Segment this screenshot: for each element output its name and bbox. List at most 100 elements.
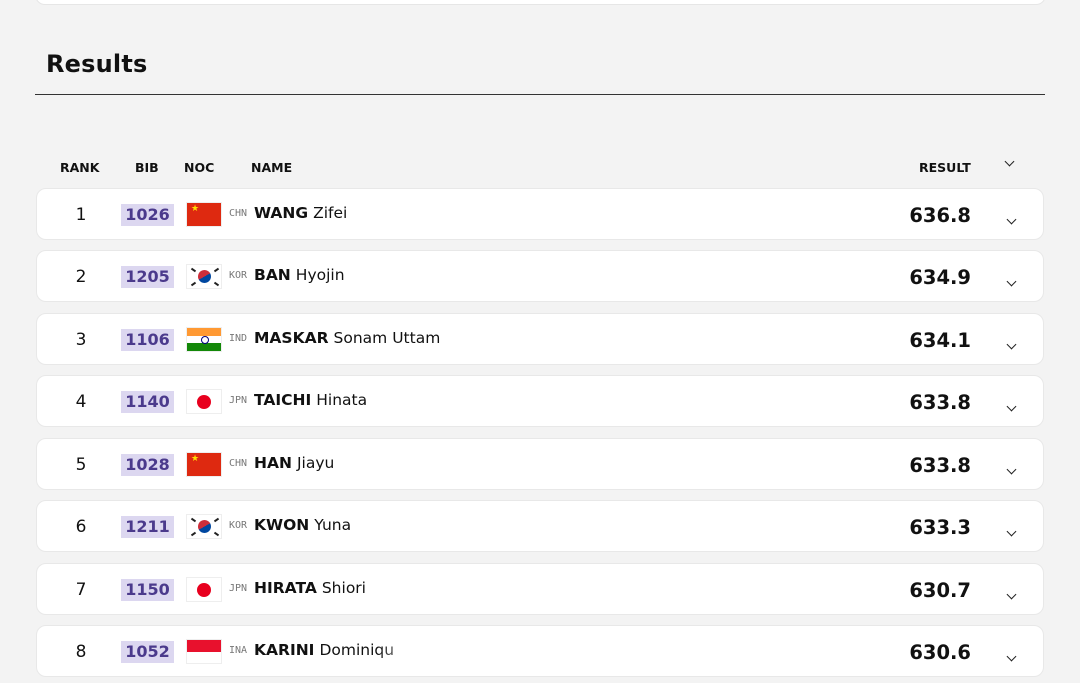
bib-badge: 1211 xyxy=(121,516,174,538)
flag-china-icon: ★ xyxy=(186,202,222,227)
athlete-name[interactable]: MASKAR Sonam Uttam xyxy=(254,329,440,347)
expand-row-button[interactable] xyxy=(1006,458,1017,477)
expand-row-button[interactable] xyxy=(1006,208,1017,227)
result-score: 633.8 xyxy=(909,391,971,414)
bib-badge: 1106 xyxy=(121,329,174,351)
bib-badge: 1028 xyxy=(121,454,174,476)
column-header-name: NAME xyxy=(251,160,293,175)
athlete-surname: BAN xyxy=(254,266,291,284)
rank-value: 4 xyxy=(75,392,87,412)
chevron-down-icon xyxy=(1006,276,1017,287)
flag-korea-icon xyxy=(186,264,222,289)
rank-value: 7 xyxy=(75,580,87,600)
noc-code: INA xyxy=(229,645,248,656)
result-row[interactable]: 2 1205 KOR BAN Hyojin 634.9 xyxy=(36,250,1044,302)
rank-value: 6 xyxy=(75,517,87,537)
result-row[interactable]: 5 1028 ★ CHN HAN Jiayu 633.8 xyxy=(36,438,1044,490)
column-header-noc: NOC xyxy=(184,160,215,175)
athlete-surname: WANG xyxy=(254,204,309,222)
bib-badge: 1140 xyxy=(121,391,174,413)
bib-badge: 1150 xyxy=(121,579,174,601)
title-divider xyxy=(35,94,1045,95)
athlete-name[interactable]: HIRATA Shiori xyxy=(254,579,366,597)
chevron-down-icon xyxy=(1006,339,1017,350)
previous-section-card xyxy=(35,0,1046,5)
column-header-result: RESULT xyxy=(919,160,971,175)
rank-value: 8 xyxy=(75,642,87,662)
noc-code: KOR xyxy=(229,270,248,281)
noc-code: CHN xyxy=(229,208,248,219)
chevron-down-icon xyxy=(1006,526,1017,537)
result-row[interactable]: 7 1150 JPN HIRATA Shiori 630.7 xyxy=(36,563,1044,615)
result-row[interactable]: 3 1106 IND MASKAR Sonam Uttam 634.1 xyxy=(36,313,1044,365)
athlete-given-name: Hyojin xyxy=(295,266,345,284)
athlete-given-name: Jiayu xyxy=(296,454,335,472)
noc-code: JPN xyxy=(229,395,248,406)
athlete-surname: KARINI xyxy=(254,641,315,659)
chevron-down-icon xyxy=(1006,214,1017,225)
athlete-name[interactable]: TAICHI Hinata xyxy=(254,391,367,409)
athlete-given-name: Zifei xyxy=(313,204,348,222)
chevron-down-icon xyxy=(1006,589,1017,600)
result-row[interactable]: 8 1052 INA KARINI Dominiqu 630.6 xyxy=(36,625,1044,677)
athlete-given-name: Hinata xyxy=(316,391,368,409)
column-header-bib: BIB xyxy=(135,160,159,175)
flag-japan-icon xyxy=(186,389,222,414)
flag-china-icon: ★ xyxy=(186,452,222,477)
loading-fade xyxy=(377,640,507,666)
rank-value: 1 xyxy=(75,205,87,225)
noc-code: JPN xyxy=(229,583,248,594)
result-score: 633.8 xyxy=(909,454,971,477)
athlete-name[interactable]: BAN Hyojin xyxy=(254,266,345,284)
noc-code: IND xyxy=(229,333,248,344)
expand-row-button[interactable] xyxy=(1006,520,1017,539)
expand-row-button[interactable] xyxy=(1006,395,1017,414)
athlete-surname: MASKAR xyxy=(254,329,329,347)
page-title: Results xyxy=(46,50,148,78)
result-score: 633.3 xyxy=(909,516,971,539)
results-table-header: RANK BIB NOC NAME RESULT xyxy=(0,156,1080,178)
athlete-given-name: Yuna xyxy=(314,516,352,534)
noc-code: KOR xyxy=(229,520,248,531)
rank-value: 3 xyxy=(75,330,87,350)
result-score: 634.1 xyxy=(909,329,971,352)
rank-value: 5 xyxy=(75,455,87,475)
result-score: 636.8 xyxy=(909,204,971,227)
athlete-surname: HAN xyxy=(254,454,292,472)
athlete-name[interactable]: WANG Zifei xyxy=(254,204,347,222)
athlete-given-name: Shiori xyxy=(321,579,366,597)
athlete-surname: KWON xyxy=(254,516,310,534)
athlete-surname: HIRATA xyxy=(254,579,317,597)
expand-row-button[interactable] xyxy=(1006,270,1017,289)
expand-row-button[interactable] xyxy=(1006,583,1017,602)
result-score: 634.9 xyxy=(909,266,971,289)
athlete-surname: TAICHI xyxy=(254,391,312,409)
athlete-name[interactable]: KWON Yuna xyxy=(254,516,351,534)
bib-badge: 1026 xyxy=(121,204,174,226)
flag-indonesia-icon xyxy=(186,639,222,664)
noc-code: CHN xyxy=(229,458,248,469)
rank-value: 2 xyxy=(75,267,87,287)
star-icon: ★ xyxy=(191,204,200,214)
result-row[interactable]: 6 1211 KOR KWON Yuna 633.3 xyxy=(36,500,1044,552)
athlete-given-name: Sonam Uttam xyxy=(333,329,441,347)
flag-korea-icon xyxy=(186,514,222,539)
result-score: 630.7 xyxy=(909,579,971,602)
flag-india-icon xyxy=(186,327,222,352)
result-row[interactable]: 4 1140 JPN TAICHI Hinata 633.8 xyxy=(36,375,1044,427)
star-icon: ★ xyxy=(191,454,200,464)
flag-japan-icon xyxy=(186,577,222,602)
bib-badge: 1205 xyxy=(121,266,174,288)
athlete-name[interactable]: HAN Jiayu xyxy=(254,454,334,472)
chevron-down-icon xyxy=(1006,651,1017,662)
result-score: 630.6 xyxy=(909,641,971,664)
expand-row-button[interactable] xyxy=(1006,333,1017,352)
bib-badge: 1052 xyxy=(121,641,174,663)
chevron-down-icon xyxy=(1006,401,1017,412)
result-row[interactable]: 1 1026 ★ CHN WANG Zifei 636.8 xyxy=(36,188,1044,240)
chevron-down-icon xyxy=(1006,464,1017,475)
athlete-name[interactable]: KARINI Dominiqu xyxy=(254,641,394,659)
chevron-down-icon xyxy=(1004,156,1015,167)
expand-row-button[interactable] xyxy=(1006,645,1017,664)
column-header-rank: RANK xyxy=(60,160,100,175)
